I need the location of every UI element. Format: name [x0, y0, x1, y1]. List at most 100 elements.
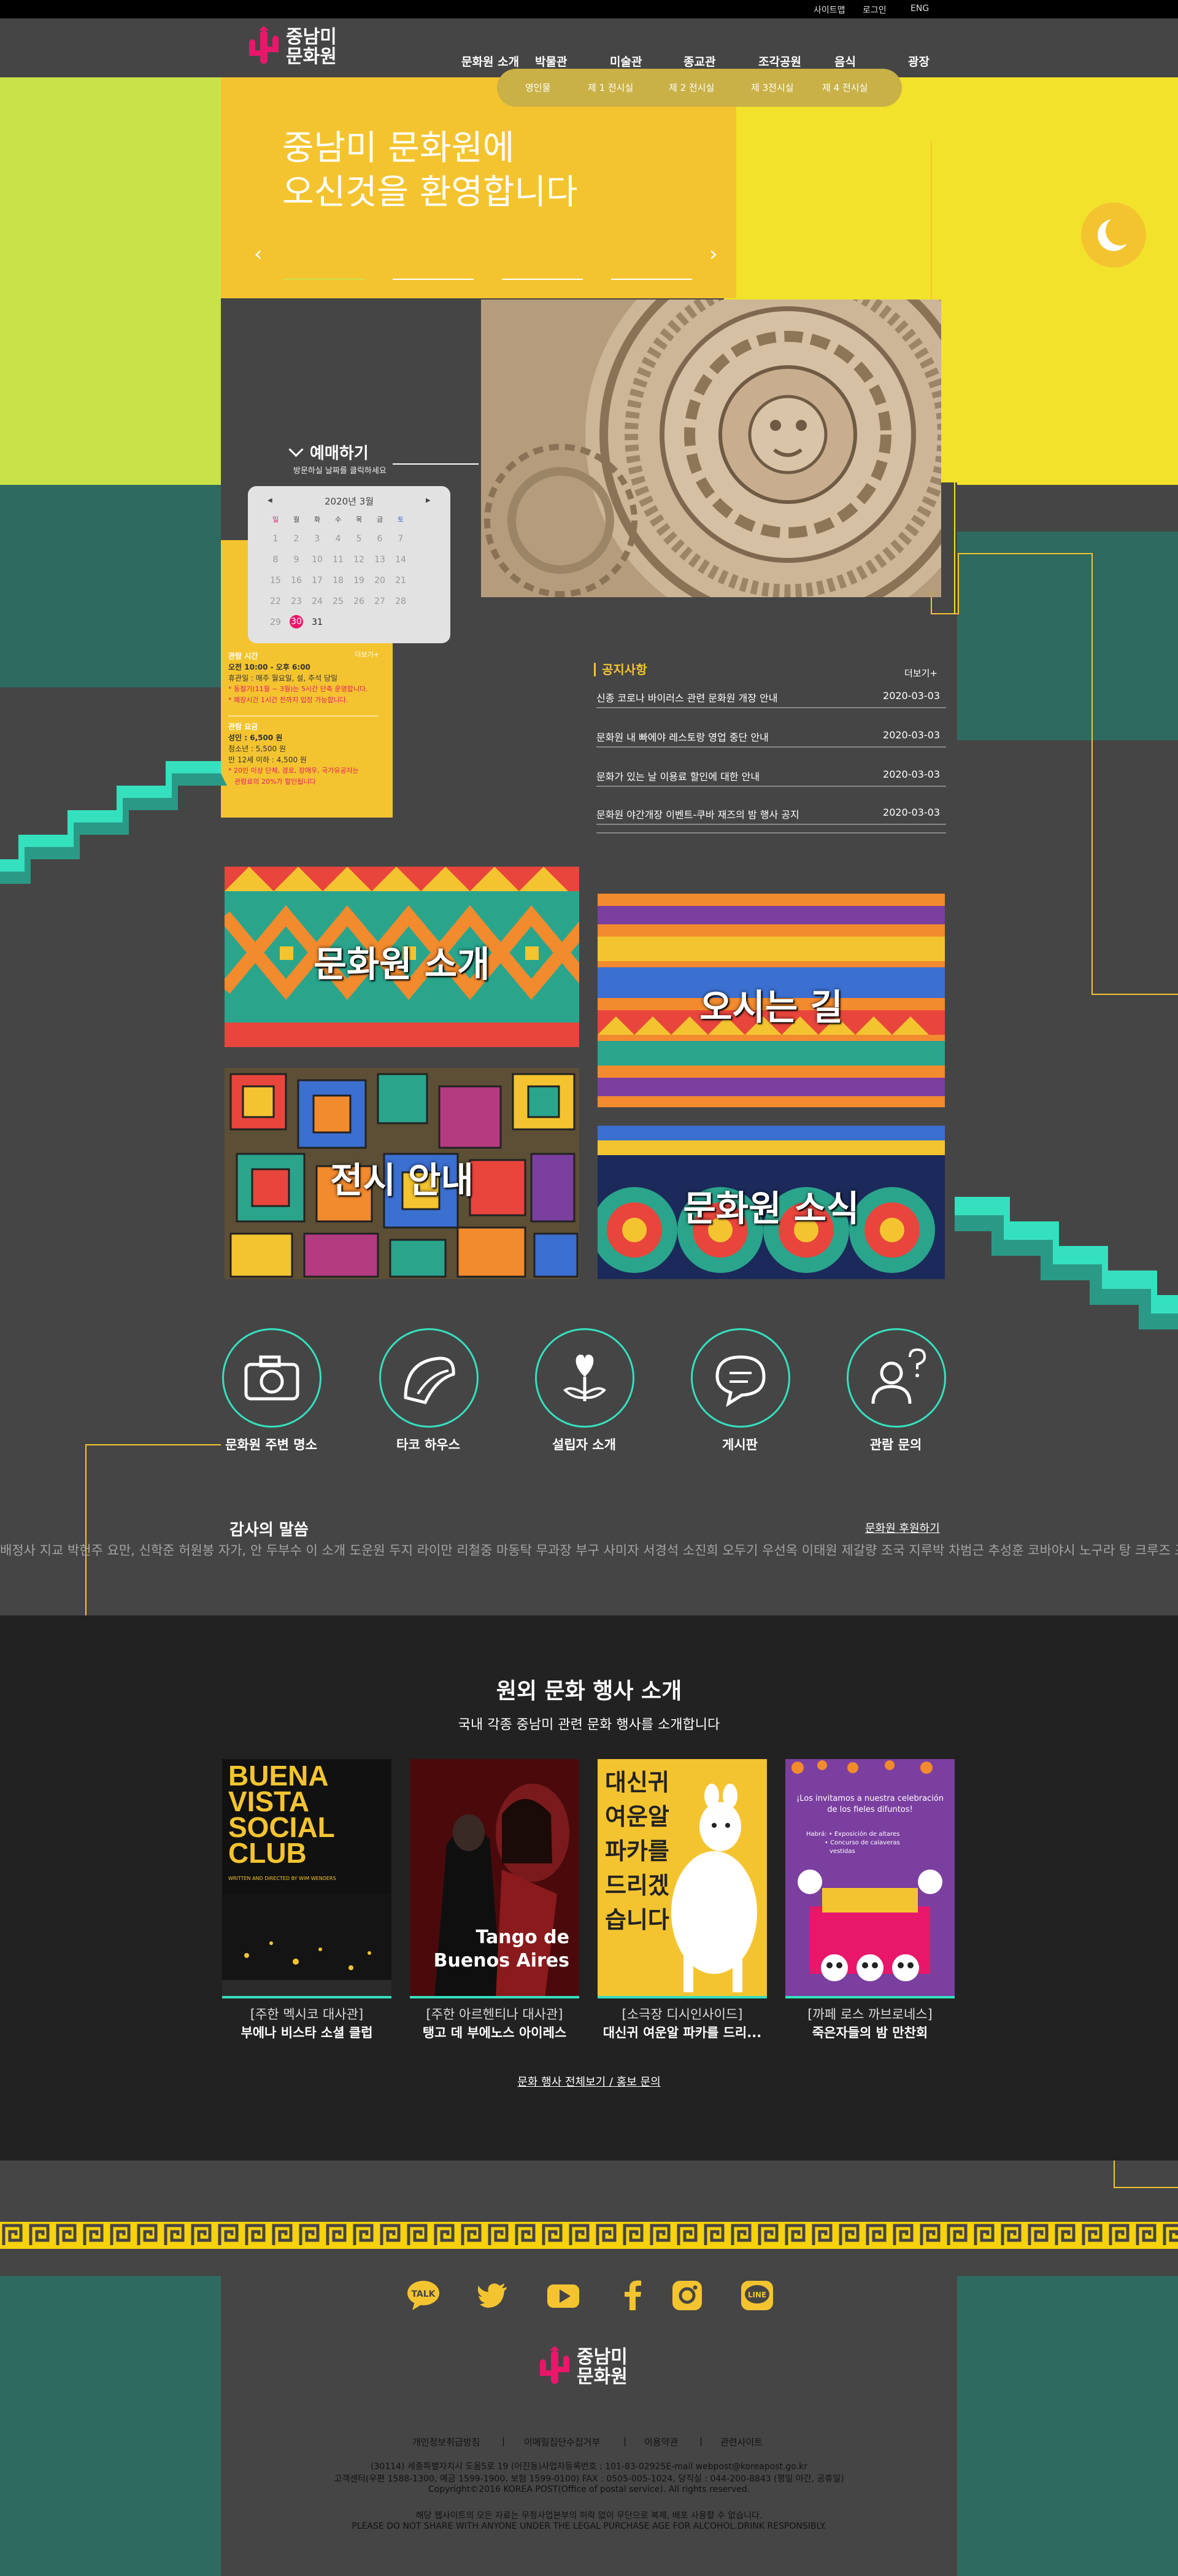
poster-underline [598, 1996, 767, 1998]
quick-link-taco-house-label[interactable]: 타코 하우스 [355, 1435, 502, 1453]
event-caption[interactable]: [까페 로스 까브로네스] 죽은자들의 밤 만찬회 [784, 2005, 956, 2041]
notice-item[interactable]: 문화가 있는 날 이용료 할인에 대한 안내 2020-03-03 [596, 768, 946, 787]
calendar-day[interactable]: 9 [286, 555, 307, 565]
calendar-day[interactable]: 12 [348, 555, 369, 565]
nav-plaza[interactable]: 광장 [908, 53, 930, 69]
calendar-day[interactable]: 6 [369, 534, 390, 544]
footer-link-related[interactable]: 관련사이트 [720, 2435, 763, 2448]
nav-sculpture-park[interactable]: 조각공원 [758, 53, 801, 69]
sitemap-link[interactable]: 사이트맵 [814, 4, 845, 16]
subnav-item-3[interactable]: 제 2 전시실 [669, 81, 714, 94]
notice-more-link[interactable]: 더보기+ [904, 667, 937, 679]
calendar-day[interactable]: 1 [265, 534, 286, 544]
quick-link-founder-label[interactable]: 설립자 소개 [510, 1435, 658, 1453]
hero-pager-1[interactable] [283, 279, 364, 280]
tile-directions[interactable]: 오시는 길 [598, 894, 945, 1107]
hero-pager-3[interactable] [502, 279, 583, 280]
booking-title[interactable]: 예매하기 [288, 441, 369, 463]
event-poster-day-of-dead[interactable]: ¡Los invitamos a nuestra celebración de … [785, 1759, 955, 1998]
event-caption[interactable]: [주한 아르헨티나 대사관] 탱고 데 부에노스 아이레스 [409, 2005, 580, 2041]
event-caption[interactable]: [주한 멕시코 대사관] 부에나 비스타 소셜 클럽 [221, 2005, 393, 2041]
tile-about[interactable]: 문화원 소개 [225, 867, 579, 1047]
calendar-day[interactable]: 3 [307, 534, 328, 544]
footer-link-privacy[interactable]: 개인정보취급방침 [412, 2435, 480, 2448]
calendar-day[interactable]: 26 [348, 597, 369, 606]
hero-pager-4[interactable] [611, 279, 692, 280]
login-link[interactable]: 로그인 [863, 4, 887, 16]
subnav-item-2[interactable]: 제 1 전시실 [588, 81, 633, 94]
calendar-day[interactable]: 13 [369, 555, 390, 565]
calendar-day[interactable]: 16 [286, 576, 307, 586]
sponsor-link[interactable]: 문화원 후원하기 [865, 1520, 940, 1536]
notice-item[interactable]: 신종 코로나 바이러스 관련 문화원 개장 안내 2020-03-03 [596, 690, 946, 708]
calendar-day[interactable]: 28 [390, 597, 411, 606]
calendar-day[interactable]: 2 [286, 534, 307, 544]
quick-link-inquiry[interactable] [847, 1328, 946, 1428]
all-events-link[interactable]: 문화 행사 전체보기 / 홍보 문의 [0, 2073, 1178, 2089]
hours-more-link[interactable]: 더보기+ [355, 649, 379, 660]
quick-link-board[interactable] [691, 1328, 790, 1428]
event-poster-alpaca[interactable]: 대신귀 여운알 파카를 드리겠 습니다 [598, 1759, 767, 1998]
footer-link-terms[interactable]: 이용약관 [644, 2435, 678, 2448]
quick-link-attractions-label[interactable]: 문화원 주변 명소 [198, 1435, 345, 1453]
quick-link-inquiry-label[interactable]: 관람 문의 [822, 1435, 969, 1453]
calendar-next-button[interactable]: ▶ [426, 497, 431, 504]
hero-pager-2[interactable] [393, 279, 474, 280]
calendar-day[interactable]: 7 [390, 534, 411, 544]
subnav-item-1[interactable]: 영인물 [525, 81, 550, 94]
youtube-icon[interactable] [546, 2278, 580, 2313]
event-caption[interactable]: [소극장 디시인사이드] 대신귀 여운알 파카를 드리... [596, 2005, 768, 2041]
calendar-day[interactable]: 23 [286, 597, 307, 606]
poster-text: VISTA [228, 1785, 310, 1817]
calendar-day[interactable]: 29 [265, 617, 286, 627]
footer-logo[interactable]: 중남미 문화원 [536, 2346, 628, 2389]
calendar-day[interactable]: 27 [369, 597, 390, 606]
calendar-day[interactable]: 8 [265, 555, 286, 565]
instagram-icon[interactable] [670, 2278, 704, 2313]
quick-link-founder[interactable] [535, 1328, 634, 1428]
calendar-day[interactable]: 14 [390, 555, 411, 565]
line-icon[interactable]: LINE [740, 2278, 774, 2313]
calendar-day[interactable]: 22 [265, 597, 286, 606]
twitter-icon[interactable] [476, 2278, 510, 2313]
calendar-day[interactable]: 20 [369, 576, 390, 586]
nav-religion[interactable]: 종교관 [683, 53, 715, 69]
notice-item[interactable]: 문화원 내 빠에야 레스토랑 영업 중단 안내 2020-03-03 [596, 729, 946, 748]
tile-exhibit[interactable]: 전시 안내 [225, 1068, 579, 1279]
subnav-item-4[interactable]: 제 3전시실 [751, 81, 794, 94]
site-logo[interactable]: 중남미 문화원 [245, 26, 337, 69]
calendar-day[interactable]: 21 [390, 576, 411, 586]
footer-link-email-policy[interactable]: 이메일집단수집거부 [524, 2435, 600, 2448]
notice-item[interactable]: 문화원 야간개장 이벤트-쿠바 재즈의 밤 행사 공지 2020-03-03 [596, 806, 946, 825]
nav-museum[interactable]: 박물관 [535, 53, 567, 69]
calendar-day[interactable]: 30 [290, 615, 303, 629]
calendar-day[interactable]: 17 [307, 576, 328, 586]
calendar-day[interactable]: 4 [328, 534, 348, 544]
event-poster-tango[interactable]: Tango de Buenos Aires [410, 1759, 579, 1998]
footer-separator: | [502, 2435, 506, 2446]
calendar-day[interactable]: 10 [307, 555, 328, 565]
calendar-day[interactable]: 25 [328, 597, 348, 606]
talk-icon[interactable]: TALK [406, 2278, 441, 2313]
calendar-day[interactable]: 11 [328, 555, 348, 565]
nav-food[interactable]: 음식 [834, 53, 856, 69]
quick-link-taco-house[interactable] [379, 1328, 479, 1428]
night-mode-button[interactable] [1081, 203, 1146, 268]
calendar-day[interactable]: 31 [307, 617, 328, 627]
facebook-icon[interactable] [616, 2278, 650, 2313]
quick-link-board-label[interactable]: 게시판 [666, 1435, 814, 1453]
subnav-item-5[interactable]: 제 4 전시실 [822, 81, 868, 94]
hero-prev-arrow[interactable]: ‹ [254, 242, 263, 266]
calendar-day[interactable]: 24 [307, 597, 328, 606]
event-poster-buena-vista[interactable]: BUENA VISTA SOCIAL CLUB WRITTEN AND DIRE… [222, 1759, 391, 1998]
nav-gallery[interactable]: 미술관 [610, 53, 642, 69]
hero-next-arrow[interactable]: › [709, 242, 718, 266]
calendar-day[interactable]: 15 [265, 576, 286, 586]
language-link[interactable]: ENG [910, 4, 929, 14]
calendar-day[interactable]: 5 [348, 534, 369, 544]
quick-link-attractions[interactable] [222, 1328, 321, 1428]
calendar-day[interactable]: 19 [348, 576, 369, 586]
calendar-day[interactable]: 18 [328, 576, 348, 586]
nav-about[interactable]: 문화원 소개 [461, 53, 519, 69]
tile-news[interactable]: 문화원 소식 [598, 1126, 945, 1279]
